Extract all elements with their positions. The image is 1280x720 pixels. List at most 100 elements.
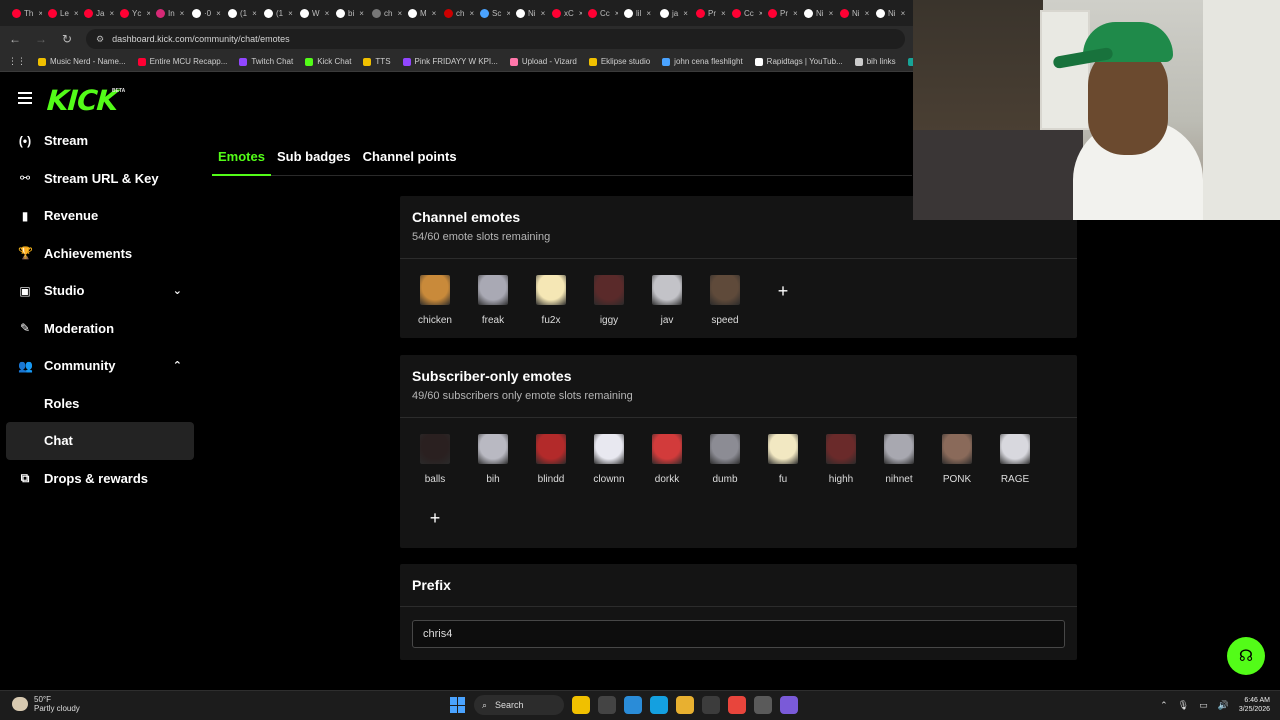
emote-item[interactable]: fu2x xyxy=(522,275,580,337)
chevron-up-icon[interactable]: ⌃ xyxy=(173,359,182,372)
emote-item[interactable]: freak xyxy=(464,275,522,337)
sidebar-item-roles[interactable]: Roles xyxy=(6,385,194,423)
browser-tab[interactable]: Le × xyxy=(42,3,78,23)
emote-item[interactable]: speed xyxy=(696,275,754,337)
kick-logo[interactable]: KICK xyxy=(46,84,119,117)
emote-item[interactable]: balls xyxy=(406,434,464,496)
emote-item[interactable]: fu xyxy=(754,434,812,496)
bookmark[interactable]: Upload - Vizard xyxy=(509,57,577,66)
sidebar-item-drops-rewards[interactable]: ⧉ Drops & rewards xyxy=(6,460,194,498)
browser-tab[interactable]: M × xyxy=(402,3,438,23)
prefix-input[interactable]: chris4 xyxy=(412,620,1065,648)
browser-tab[interactable]: ch × xyxy=(366,3,402,23)
emote-item[interactable]: bih xyxy=(464,434,522,496)
browser-tab[interactable]: (1 × xyxy=(258,3,294,23)
browser-tab[interactable]: (1 × xyxy=(222,3,258,23)
bookmark[interactable]: TTS xyxy=(363,57,391,66)
browser-tab[interactable]: Pr × xyxy=(762,3,798,23)
headset-icon[interactable]: ☊ xyxy=(1227,637,1265,675)
browser-tab[interactable]: ch × xyxy=(438,3,474,23)
browser-tab[interactable]: lil × xyxy=(618,3,654,23)
chevron-up-icon[interactable]: ⌃ xyxy=(1160,700,1168,711)
url-field[interactable]: ⚙ dashboard.kick.com/community/chat/emot… xyxy=(86,29,905,49)
copilot-icon[interactable] xyxy=(624,696,642,714)
emote-item[interactable]: jav xyxy=(638,275,696,337)
settings-icon[interactable] xyxy=(754,696,772,714)
add-emote-button[interactable]: + xyxy=(764,275,802,307)
browser-tab[interactable]: Pr × xyxy=(690,3,726,23)
bookmark[interactable]: Music Nerd - Name... xyxy=(38,57,126,66)
browser-tab[interactable]: In × xyxy=(150,3,186,23)
sidebar-item-moderation[interactable]: ✎ Moderation xyxy=(6,310,194,348)
network-icon[interactable]: ▭ xyxy=(1199,700,1208,711)
site-info-icon[interactable]: ⚙ xyxy=(96,34,104,45)
sidebar-item-community[interactable]: 👥 Community ⌃ xyxy=(6,347,194,385)
browser-tab[interactable]: Yc × xyxy=(114,3,150,23)
chrome-icon[interactable] xyxy=(728,696,746,714)
bookmark[interactable]: bih links xyxy=(854,57,896,66)
emote-item[interactable]: RAGE xyxy=(986,434,1044,496)
sidebar-item-achievements[interactable]: 🏆 Achievements xyxy=(6,235,194,273)
browser-tab[interactable]: bi × xyxy=(330,3,366,23)
browser-tab[interactable]: Th × xyxy=(6,3,42,23)
bookmark[interactable]: Rapidtags | YouTub... xyxy=(754,57,843,66)
browser-tab[interactable]: xC × xyxy=(546,3,582,23)
close-icon[interactable]: × xyxy=(180,9,185,18)
tab-sub-badges[interactable]: Sub badges xyxy=(271,148,357,176)
close-icon[interactable]: × xyxy=(721,9,726,18)
bookmark[interactable]: Twitch Chat xyxy=(239,57,293,66)
mic-icon[interactable]: 🎙 xyxy=(1178,700,1189,711)
browser-tab[interactable]: Sc × xyxy=(474,3,510,23)
close-icon[interactable]: × xyxy=(646,9,651,18)
edge-icon[interactable] xyxy=(650,696,668,714)
emote-item[interactable]: nihnet xyxy=(870,434,928,496)
sidebar-item-stream-url-key[interactable]: ⚯ Stream URL & Key xyxy=(6,160,194,198)
bookmark[interactable]: Pink FRIDAYY W KPI... xyxy=(402,57,498,66)
bookmark[interactable]: john cena fleshlight xyxy=(662,57,743,66)
volume-icon[interactable]: 🔊 xyxy=(1218,700,1229,711)
menu-icon[interactable] xyxy=(18,92,32,104)
browser-tab[interactable]: ja × xyxy=(654,3,690,23)
reload-icon[interactable]: ↻ xyxy=(60,32,74,46)
close-icon[interactable]: × xyxy=(252,9,257,18)
emote-item[interactable]: highh xyxy=(812,434,870,496)
close-icon[interactable]: × xyxy=(432,9,437,18)
forward-icon[interactable]: → xyxy=(34,32,48,46)
emote-item[interactable]: PONK xyxy=(928,434,986,496)
sidebar-item-revenue[interactable]: ▮ Revenue xyxy=(6,197,194,235)
close-icon[interactable]: × xyxy=(325,9,330,18)
browser-tab[interactable]: Cc × xyxy=(726,3,762,23)
store-icon[interactable] xyxy=(702,696,720,714)
browser-tab[interactable]: Cc × xyxy=(582,3,618,23)
tab-channel-points[interactable]: Channel points xyxy=(357,148,463,176)
emote-item[interactable]: dorkk xyxy=(638,434,696,496)
apps-icon[interactable]: ⋮⋮ xyxy=(8,56,26,67)
browser-tab[interactable]: Ni × xyxy=(870,3,906,23)
close-icon[interactable]: × xyxy=(793,9,798,18)
browser-tab[interactable]: Ni × xyxy=(798,3,834,23)
browser-tab[interactable]: Ni × xyxy=(510,3,546,23)
browser-tab[interactable]: Ni × xyxy=(834,3,870,23)
tab-emotes[interactable]: Emotes xyxy=(212,148,271,176)
emote-item[interactable]: iggy xyxy=(580,275,638,337)
close-icon[interactable]: × xyxy=(216,9,221,18)
browser-tab[interactable]: ·0 × xyxy=(186,3,222,23)
close-icon[interactable]: × xyxy=(901,9,906,18)
sidebar-item-studio[interactable]: ▣ Studio ⌄ xyxy=(6,272,194,310)
bookmark[interactable]: Entire MCU Recapp... xyxy=(137,57,227,66)
back-icon[interactable]: ← xyxy=(8,32,22,46)
chevron-down-icon[interactable]: ⌄ xyxy=(173,284,182,297)
emote-item[interactable]: dumb xyxy=(696,434,754,496)
task-view-icon[interactable] xyxy=(598,696,616,714)
close-icon[interactable]: × xyxy=(865,9,870,18)
sidebar-item-chat[interactable]: Chat xyxy=(6,422,194,460)
add-emote-button[interactable]: + xyxy=(416,502,454,534)
close-icon[interactable]: × xyxy=(359,9,364,18)
discord-icon[interactable] xyxy=(780,696,798,714)
close-icon[interactable]: × xyxy=(829,9,834,18)
emote-item[interactable]: chicken xyxy=(406,275,464,337)
emote-item[interactable]: blindd xyxy=(522,434,580,496)
browser-tab[interactable]: W × xyxy=(294,3,330,23)
weather-widget[interactable]: 50°F Partly cloudy xyxy=(12,695,80,713)
close-icon[interactable]: × xyxy=(683,9,688,18)
